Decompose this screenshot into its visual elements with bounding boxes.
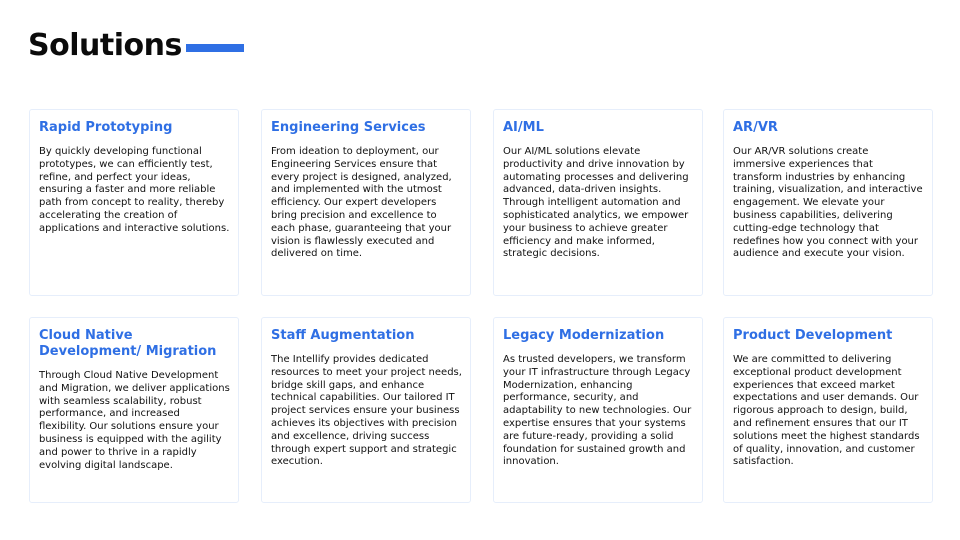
card-body: From ideation to deployment, our Enginee… (271, 146, 452, 260)
card-title: AR/VR (733, 120, 778, 135)
title-accent-bar (186, 44, 244, 52)
card-body: The Intellify provides dedicated resourc… (271, 354, 462, 468)
card-rapid-prototyping: Rapid Prototyping By quickly developing … (29, 109, 239, 296)
card-body: As trusted developers, we transform your… (503, 354, 692, 468)
card-engineering-services: Engineering Services From ideation to de… (261, 109, 471, 296)
card-ar-vr: AR/VR Our AR/VR solutions create immersi… (723, 109, 933, 296)
card-body: Through Cloud Native Development and Mig… (39, 370, 230, 471)
card-ai-ml: AI/ML Our AI/ML solutions elevate produc… (493, 109, 703, 296)
card-legacy-modernization: Legacy Modernization As trusted develope… (493, 317, 703, 503)
card-body: Our AI/ML solutions elevate productivity… (503, 146, 689, 260)
card-staff-augmentation: Staff Augmentation The Intellify provide… (261, 317, 471, 503)
card-title: Engineering Services (271, 120, 426, 135)
card-product-development: Product Development We are committed to … (723, 317, 933, 503)
card-title: Product Development (733, 328, 893, 343)
card-title: Staff Augmentation (271, 328, 415, 343)
card-cloud-native: Cloud Native Development/ Migration Thro… (29, 317, 239, 503)
card-title: AI/ML (503, 120, 544, 135)
card-title: Rapid Prototyping (39, 120, 173, 135)
card-body: We are committed to delivering exception… (733, 354, 920, 468)
card-title: Cloud Native Development/ Migration (39, 328, 217, 359)
card-body: By quickly developing functional prototy… (39, 146, 230, 234)
card-body: Our AR/VR solutions create immersive exp… (733, 146, 923, 260)
card-title: Legacy Modernization (503, 328, 665, 343)
page-title: Solutions (28, 28, 182, 63)
